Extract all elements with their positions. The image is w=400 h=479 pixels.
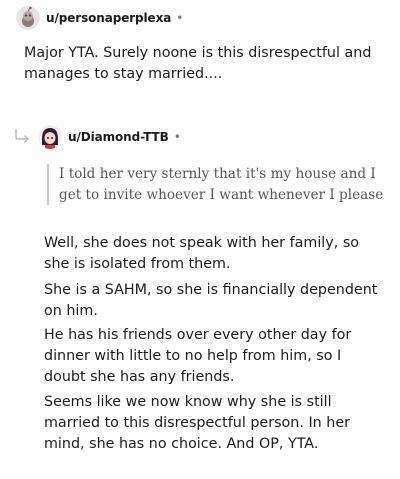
comment-paragraph: Well, she does not speak with her family…: [44, 235, 360, 272]
comment-header: u/personaperplexa •: [16, 6, 183, 30]
comment-paragraph: He has his friends over every other day …: [44, 327, 352, 385]
username[interactable]: u/personaperplexa: [46, 11, 171, 25]
anime-girl-avatar-icon[interactable]: [38, 125, 62, 149]
comment-paragraph: Seems like we now know why she is still …: [44, 394, 351, 452]
comment-header: u/Diamond-TTB •: [38, 125, 181, 149]
snoo-avatar-icon[interactable]: [16, 6, 40, 30]
reply-arrow-icon: [14, 128, 32, 147]
username[interactable]: u/Diamond-TTB: [68, 130, 169, 144]
quoted-text: I told her very sternly that it's my hou…: [47, 164, 389, 205]
separator-dot: •: [176, 11, 184, 25]
separator-dot: •: [173, 130, 181, 144]
comment-body: Major YTA. Surely noone is this disrespe…: [24, 45, 372, 82]
comment-paragraph: She is a SAHM, so she is financially dep…: [44, 282, 378, 319]
